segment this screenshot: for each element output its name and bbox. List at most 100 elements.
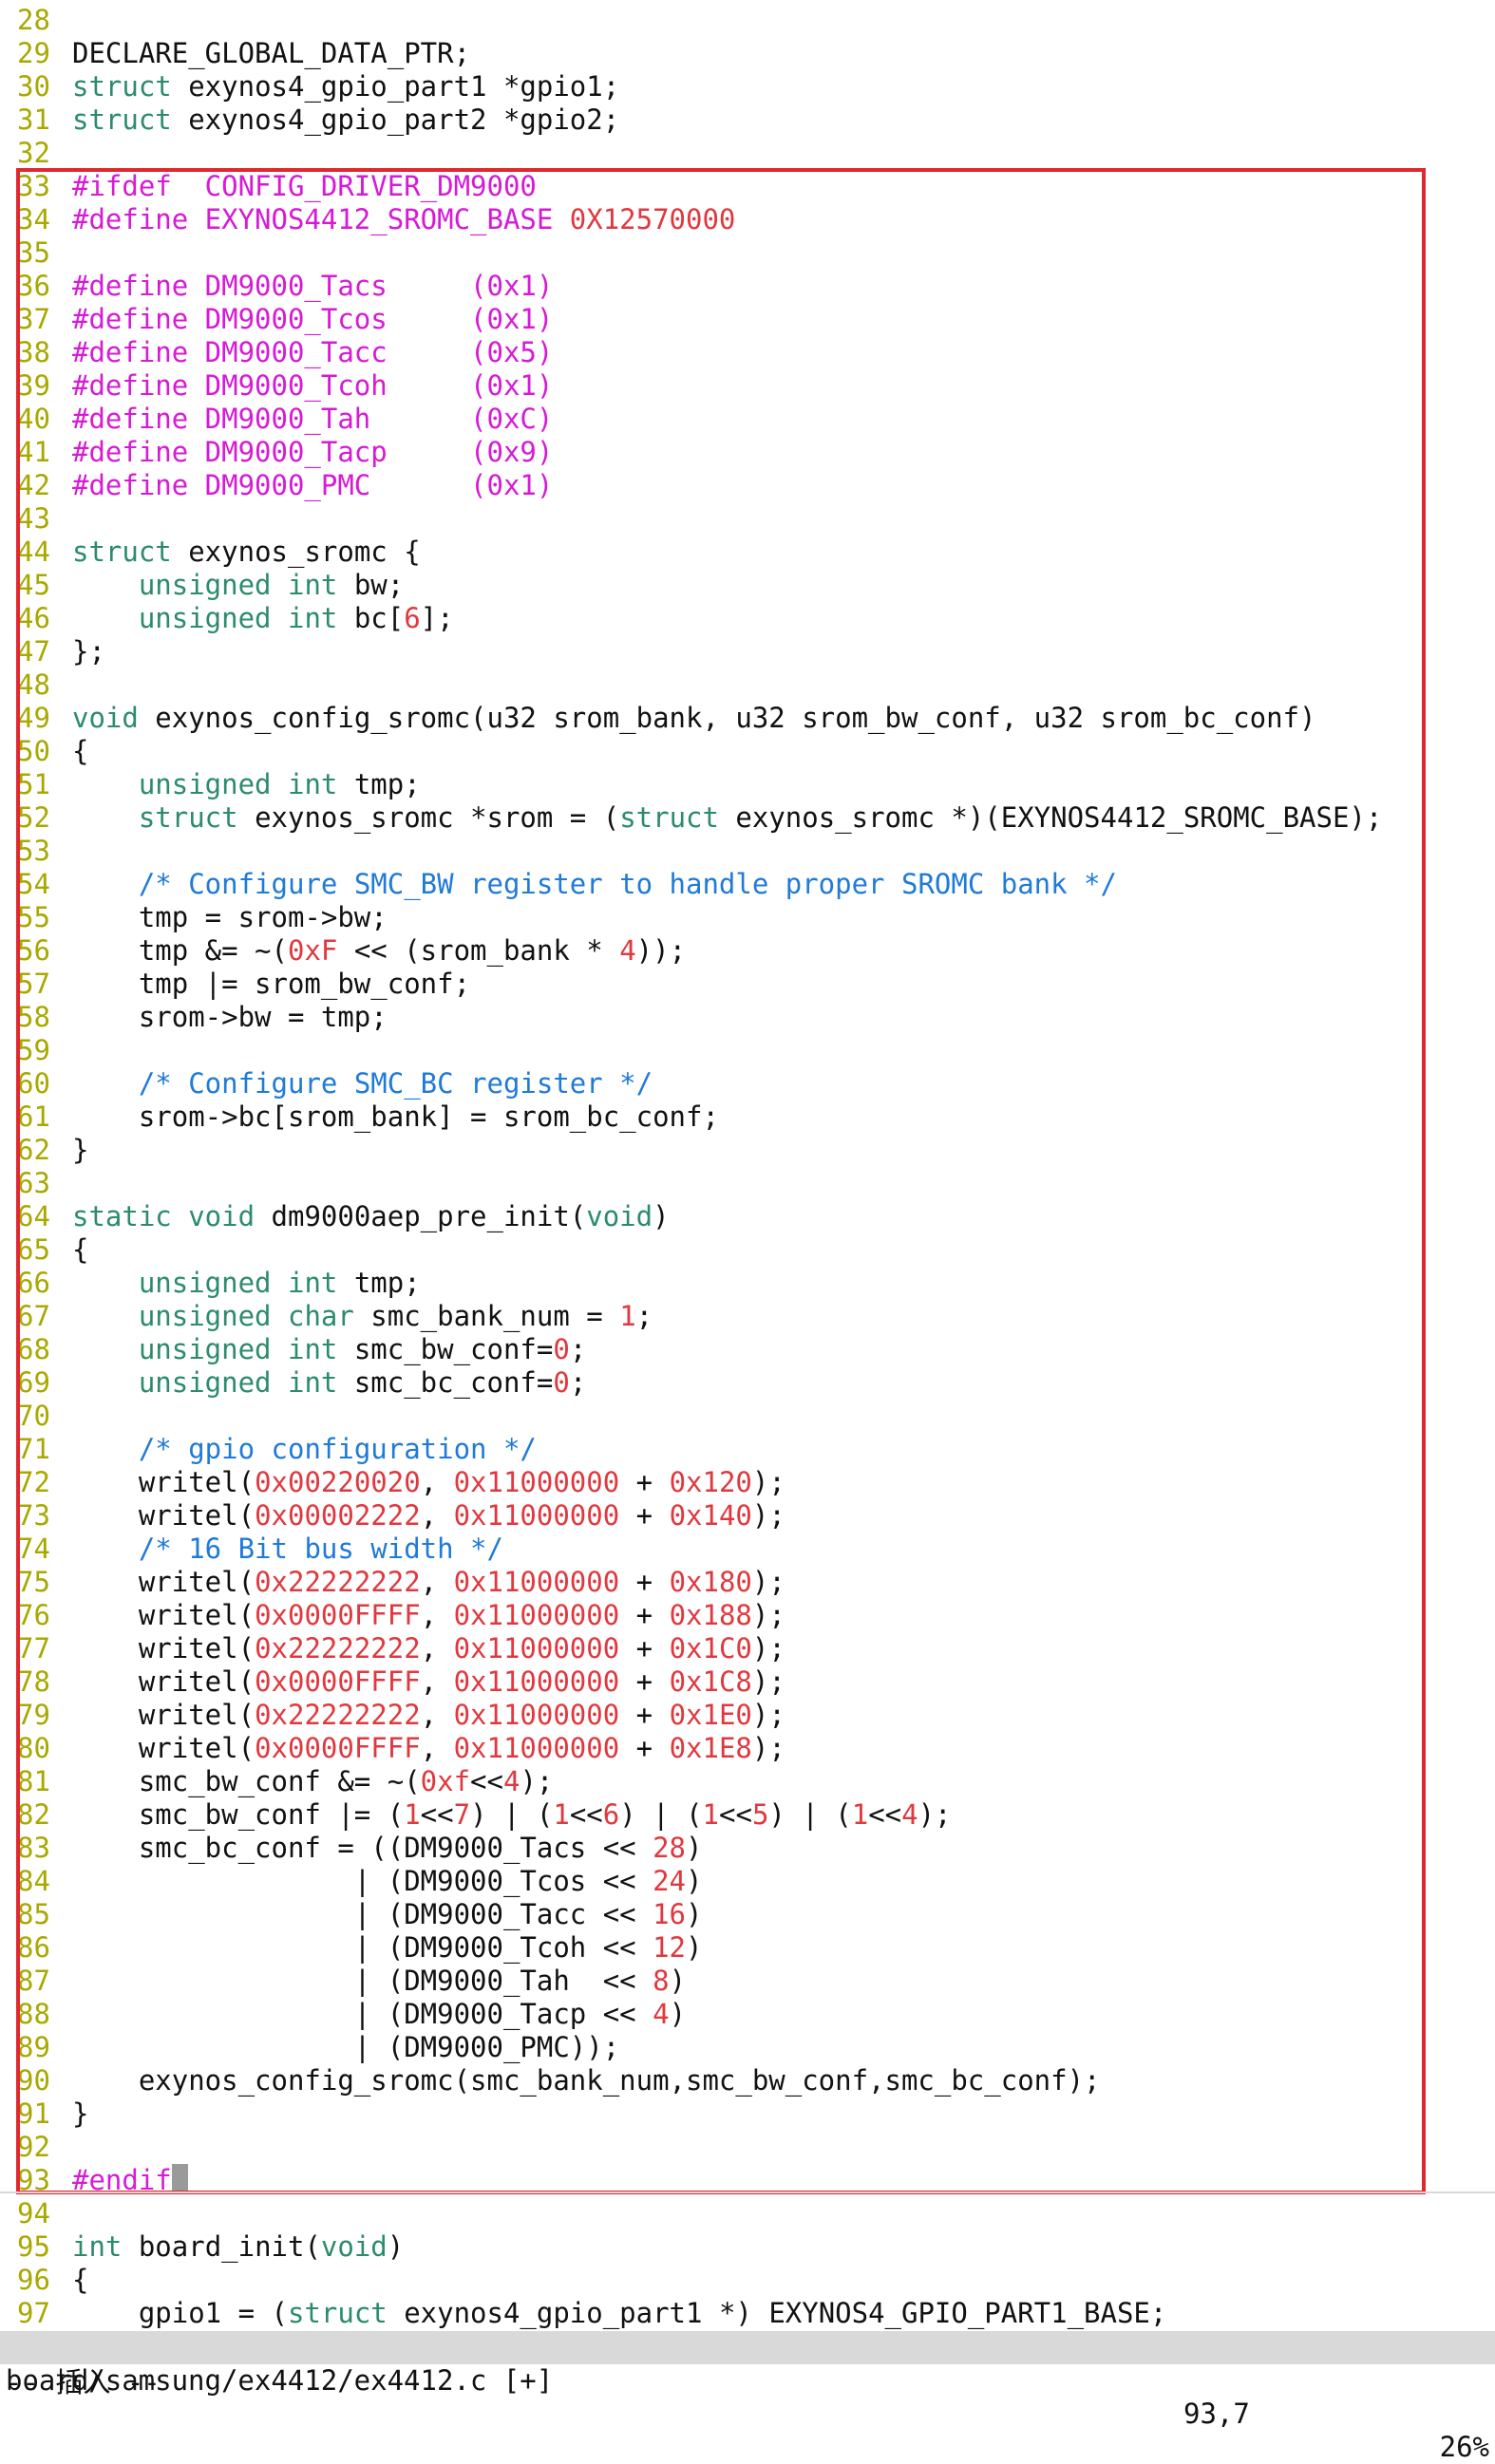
split-separator	[0, 2191, 1495, 2193]
code-token: | (DM9000_Tcos <<	[72, 1865, 653, 1897]
code-line[interactable]: 94	[0, 2197, 1495, 2230]
code-line[interactable]: 83 smc_bc_conf = ((DM9000_Tacs << 28)	[0, 1832, 1495, 1865]
code-token: <<	[420, 1798, 454, 1831]
code-line[interactable]: 68 unsigned int smc_bw_conf=0;	[0, 1333, 1495, 1366]
code-token: +	[619, 1466, 670, 1498]
code-token: 0	[553, 1333, 570, 1365]
code-line[interactable]: 51 unsigned int tmp;	[0, 768, 1495, 801]
code-line[interactable]: 82 smc_bw_conf |= (1<<7) | (1<<6) | (1<<…	[0, 1798, 1495, 1832]
code-token: ) | (	[619, 1798, 703, 1831]
code-token: 0X12570000	[569, 203, 736, 235]
line-number: 30	[17, 70, 50, 103]
code-token: 6	[602, 1798, 620, 1831]
code-line[interactable]: 78 writel(0x0000FFFF, 0x11000000 + 0x1C8…	[0, 1665, 1495, 1699]
code-line[interactable]: 89 | (DM9000_PMC));	[0, 2031, 1495, 2064]
code-line[interactable]: 53	[0, 835, 1495, 868]
code-line[interactable]: 44 struct exynos_sromc {	[0, 536, 1495, 569]
code-line[interactable]: 32	[0, 137, 1495, 170]
code-token: 0xF	[287, 934, 338, 967]
code-line[interactable]: 56 tmp &= ~(0xF << (srom_bank * 4));	[0, 934, 1495, 968]
code-line[interactable]: 43	[0, 502, 1495, 536]
code-line[interactable]: 95 int board_init(void)	[0, 2230, 1495, 2264]
code-line[interactable]: 61 srom->bc[srom_bank] = srom_bc_conf;	[0, 1100, 1495, 1134]
code-line[interactable]: 33 #ifdef CONFIG_DRIVER_DM9000	[0, 170, 1495, 203]
code-token: bw;	[337, 569, 405, 601]
code-text: #define DM9000_Tacp (0x9)	[72, 436, 553, 469]
code-line[interactable]: 39 #define DM9000_Tcoh (0x1)	[0, 369, 1495, 403]
code-line[interactable]: 58 srom->bw = tmp;	[0, 1001, 1495, 1034]
code-token: | (DM9000_Tah <<	[72, 1965, 653, 1997]
code-token: tmp = srom->bw;	[72, 901, 388, 933]
code-line[interactable]: 85 | (DM9000_Tacc << 16)	[0, 1898, 1495, 1931]
code-line[interactable]: 65 {	[0, 1233, 1495, 1267]
code-line[interactable]: 45 unsigned int bw;	[0, 569, 1495, 602]
code-line[interactable]: 80 writel(0x0000FFFF, 0x11000000 + 0x1E8…	[0, 1732, 1495, 1765]
code-line[interactable]: 66 unsigned int tmp;	[0, 1267, 1495, 1300]
code-text: srom->bc[srom_bank] = srom_bc_conf;	[72, 1100, 719, 1134]
code-line[interactable]: 88 | (DM9000_Tacp << 4)	[0, 1998, 1495, 2031]
code-line[interactable]: 63	[0, 1167, 1495, 1200]
code-line[interactable]: 96 {	[0, 2264, 1495, 2297]
code-line[interactable]: 40 #define DM9000_Tah (0xC)	[0, 403, 1495, 436]
code-line[interactable]: 35	[0, 236, 1495, 270]
code-token: | (DM9000_Tcoh <<	[72, 1931, 653, 1964]
code-line[interactable]: 76 writel(0x0000FFFF, 0x11000000 + 0x188…	[0, 1599, 1495, 1632]
code-line[interactable]: 62}	[0, 1134, 1495, 1167]
line-number: 76	[17, 1599, 50, 1631]
code-line[interactable]: 79 writel(0x22222222, 0x11000000 + 0x1E0…	[0, 1699, 1495, 1732]
code-line[interactable]: 49 void exynos_config_sromc(u32 srom_bank…	[0, 702, 1495, 735]
code-line[interactable]: 84 | (DM9000_Tcos << 24)	[0, 1865, 1495, 1898]
code-line[interactable]: 59	[0, 1034, 1495, 1067]
code-text: smc_bw_conf |= (1<<7) | (1<<6) | (1<<5) …	[72, 1798, 952, 1832]
code-line[interactable]: 52 struct exynos_sromc *srom = (struct e…	[0, 801, 1495, 835]
code-line[interactable]: 64 static void dm9000aep_pre_init(void)	[0, 1200, 1495, 1233]
code-line[interactable]: 37 #define DM9000_Tcos (0x1)	[0, 303, 1495, 336]
code-text: tmp |= srom_bw_conf;	[72, 968, 470, 1001]
code-line[interactable]: 86 | (DM9000_Tcoh << 12)	[0, 1931, 1495, 1965]
code-line[interactable]: 55 tmp = srom->bw;	[0, 901, 1495, 934]
code-line[interactable]: 67 unsigned char smc_bank_num = 1;	[0, 1300, 1495, 1333]
code-line[interactable]: 75 writel(0x22222222, 0x11000000 + 0x180…	[0, 1566, 1495, 1599]
code-line[interactable]: 38 #define DM9000_Tacc (0x5)	[0, 336, 1495, 369]
code-line[interactable]: 29 DECLARE_GLOBAL_DATA_PTR;	[0, 37, 1495, 70]
code-text: #define DM9000_Tah (0xC)	[72, 403, 553, 436]
code-line[interactable]: 31 struct exynos4_gpio_part2 *gpio2;	[0, 103, 1495, 137]
code-token: );	[918, 1798, 952, 1831]
code-line[interactable]: 81 smc_bw_conf &= ~(0xf<<4);	[0, 1765, 1495, 1798]
code-line[interactable]: 36 #define DM9000_Tacs (0x1)	[0, 270, 1495, 303]
code-token: unsigned int	[138, 602, 338, 634]
code-line[interactable]: 74 /* 16 Bit bus width */	[0, 1533, 1495, 1566]
code-line[interactable]: 50 {	[0, 735, 1495, 768]
code-line[interactable]: 47};	[0, 635, 1495, 668]
code-editor[interactable]: 28 29 DECLARE_GLOBAL_DATA_PTR; 30 struct exy…	[0, 0, 1495, 2330]
code-token: bc[	[337, 602, 405, 634]
code-token: 5	[751, 1798, 769, 1831]
code-line[interactable]: 92	[0, 2131, 1495, 2164]
code-line[interactable]: 46 unsigned int bc[6];	[0, 602, 1495, 635]
code-line[interactable]: 42 #define DM9000_PMC (0x1)	[0, 469, 1495, 502]
code-line[interactable]: 48	[0, 668, 1495, 702]
code-line[interactable]: 72 writel(0x00220020, 0x11000000 + 0x120…	[0, 1466, 1495, 1499]
code-line[interactable]: 60 /* Configure SMC_BC register */	[0, 1067, 1495, 1100]
code-line[interactable]: 30 struct exynos4_gpio_part1 *gpio1;	[0, 70, 1495, 103]
code-text: #define EXYNOS4412_SROMC_BASE 0X12570000	[72, 203, 735, 236]
code-line[interactable]: 91}	[0, 2097, 1495, 2131]
code-line[interactable]: 77 writel(0x22222222, 0x11000000 + 0x1C0…	[0, 1632, 1495, 1665]
code-line[interactable]: 34 #define EXYNOS4412_SROMC_BASE 0X125700…	[0, 203, 1495, 236]
code-token: )	[686, 1931, 703, 1964]
code-token: ,	[420, 1632, 454, 1665]
code-line[interactable]: 70	[0, 1400, 1495, 1433]
code-line[interactable]: 73 writel(0x00002222, 0x11000000 + 0x140…	[0, 1499, 1495, 1533]
code-line[interactable]: 69 unsigned int smc_bc_conf=0;	[0, 1366, 1495, 1400]
code-line[interactable]: 41 #define DM9000_Tacp (0x9)	[0, 436, 1495, 469]
code-token: 4	[653, 1998, 670, 2030]
code-line[interactable]: 71 /* gpio configuration */	[0, 1433, 1495, 1466]
code-token: )	[686, 1898, 703, 1930]
code-line[interactable]: 57 tmp |= srom_bw_conf;	[0, 968, 1495, 1001]
code-line[interactable]: 97 gpio1 = (struct exynos4_gpio_part1 *)…	[0, 2297, 1495, 2330]
code-line[interactable]: 28	[0, 4, 1495, 37]
code-token: +	[619, 1566, 670, 1598]
code-line[interactable]: 87 | (DM9000_Tah << 8)	[0, 1965, 1495, 1998]
code-line[interactable]: 54 /* Configure SMC_BW register to handl…	[0, 868, 1495, 901]
code-line[interactable]: 90 exynos_config_sromc(smc_bank_num,smc_…	[0, 2064, 1495, 2097]
